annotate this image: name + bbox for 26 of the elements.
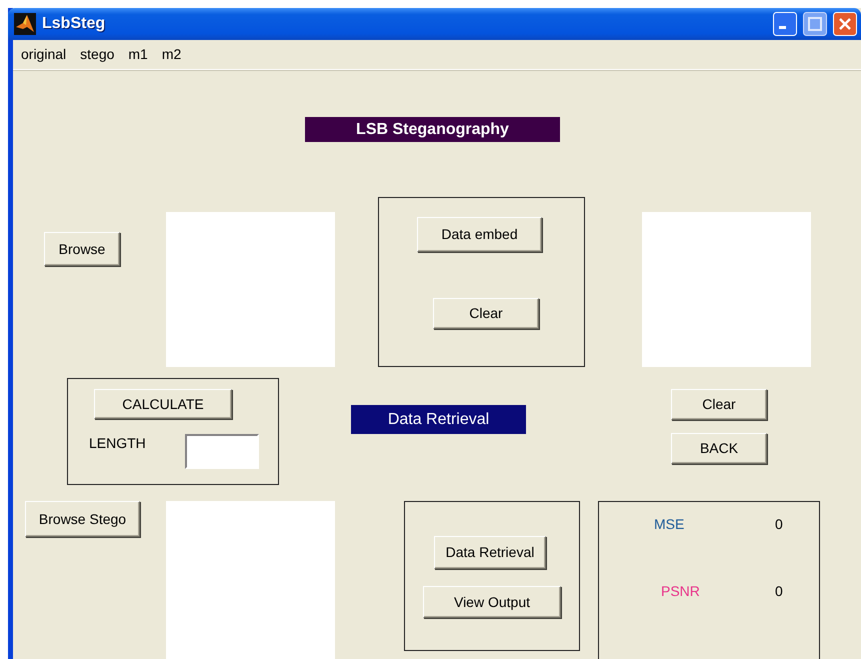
menu-item[interactable]: stego: [80, 44, 114, 65]
section-label: Data Retrieval: [351, 405, 526, 434]
length-field[interactable]: [185, 434, 259, 469]
push-button[interactable]: Data embed: [417, 217, 542, 252]
maximize-button[interactable]: [803, 12, 827, 36]
title-label: LSB Steganography: [305, 117, 560, 142]
length-label: LENGTH: [89, 434, 146, 453]
close-button[interactable]: [833, 12, 857, 36]
push-button[interactable]: Clear: [671, 389, 767, 420]
push-button[interactable]: Data Retrieval: [434, 536, 546, 569]
push-button[interactable]: Clear: [433, 298, 539, 329]
metric-value: 0: [775, 515, 783, 534]
metric-value: 0: [775, 582, 783, 601]
minimize-button[interactable]: [773, 12, 797, 36]
menu-item[interactable]: m1: [128, 44, 148, 65]
metric-name: PSNR: [661, 582, 700, 601]
metric-name: MSE: [654, 515, 684, 534]
menu-item[interactable]: m2: [162, 44, 182, 65]
push-button[interactable]: CALCULATE: [94, 389, 232, 419]
window-title: LsbSteg: [42, 14, 106, 34]
push-button[interactable]: Browse Stego: [25, 501, 140, 537]
push-button[interactable]: Browse: [44, 232, 120, 266]
app-icon: [14, 13, 36, 35]
menu-item[interactable]: original: [21, 44, 66, 65]
push-button[interactable]: View Output: [423, 586, 561, 618]
push-button[interactable]: BACK: [671, 433, 767, 464]
